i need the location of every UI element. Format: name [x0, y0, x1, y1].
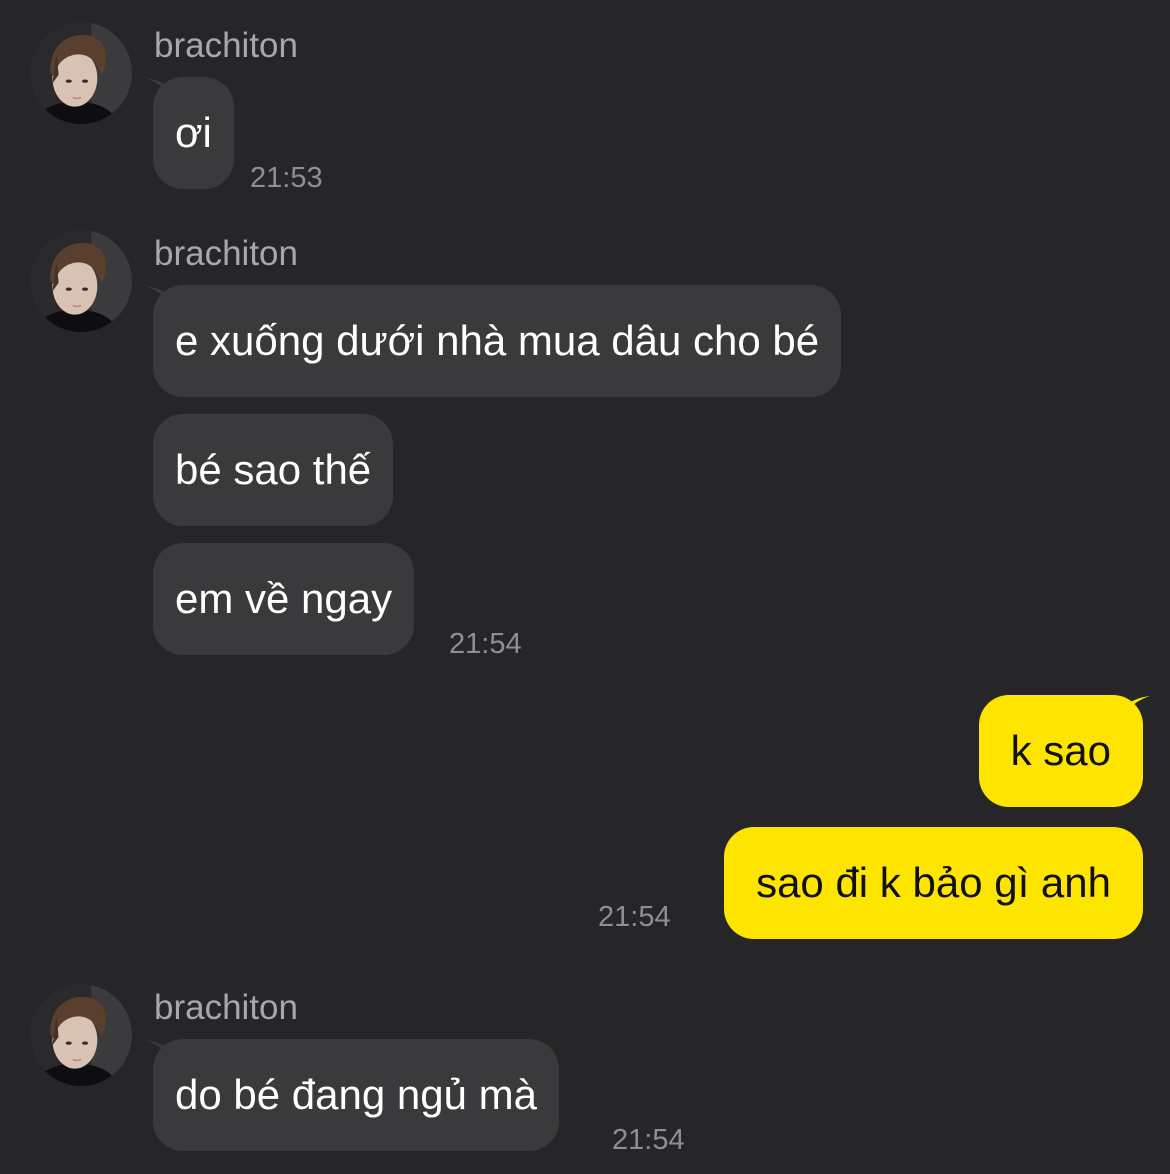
message-text: bé sao thế	[175, 446, 372, 493]
sender-name: brachiton	[154, 234, 298, 273]
avatar[interactable]	[30, 22, 132, 124]
message-bubble[interactable]: em về ngay	[153, 543, 415, 655]
message-text: do bé đang ngủ mà	[175, 1071, 537, 1118]
message-time: 21:53	[250, 162, 323, 194]
sender-name: brachiton	[154, 26, 298, 65]
message-time: 21:54	[449, 628, 522, 660]
avatar-photo-icon	[30, 22, 132, 124]
message-text: sao đi k bảo gì anh	[756, 859, 1111, 906]
message-bubble[interactable]: ơi	[153, 77, 234, 189]
avatar[interactable]	[30, 984, 132, 1086]
message-text: em về ngay	[175, 575, 393, 622]
message-bubble[interactable]: e xuống dưới nhà mua dâu cho bé	[153, 285, 842, 397]
message-text: e xuống dưới nhà mua dâu cho bé	[175, 317, 820, 364]
avatar[interactable]	[30, 230, 132, 332]
message-text: k sao	[1010, 727, 1111, 774]
message-time: 21:54	[612, 1124, 685, 1156]
sender-name: brachiton	[154, 988, 298, 1027]
message-bubble[interactable]: sao đi k bảo gì anh	[724, 827, 1143, 939]
message-bubble[interactable]: k sao	[978, 695, 1143, 807]
chat-screen: { "conversation": { "group1": { "sender"…	[0, 0, 1170, 1174]
avatar-photo-icon	[30, 984, 132, 1086]
avatar-photo-icon	[30, 230, 132, 332]
message-bubble[interactable]: bé sao thế	[153, 414, 394, 526]
message-time: 21:54	[598, 901, 671, 933]
message-bubble[interactable]: do bé đang ngủ mà	[153, 1039, 559, 1151]
message-text: ơi	[175, 109, 212, 156]
